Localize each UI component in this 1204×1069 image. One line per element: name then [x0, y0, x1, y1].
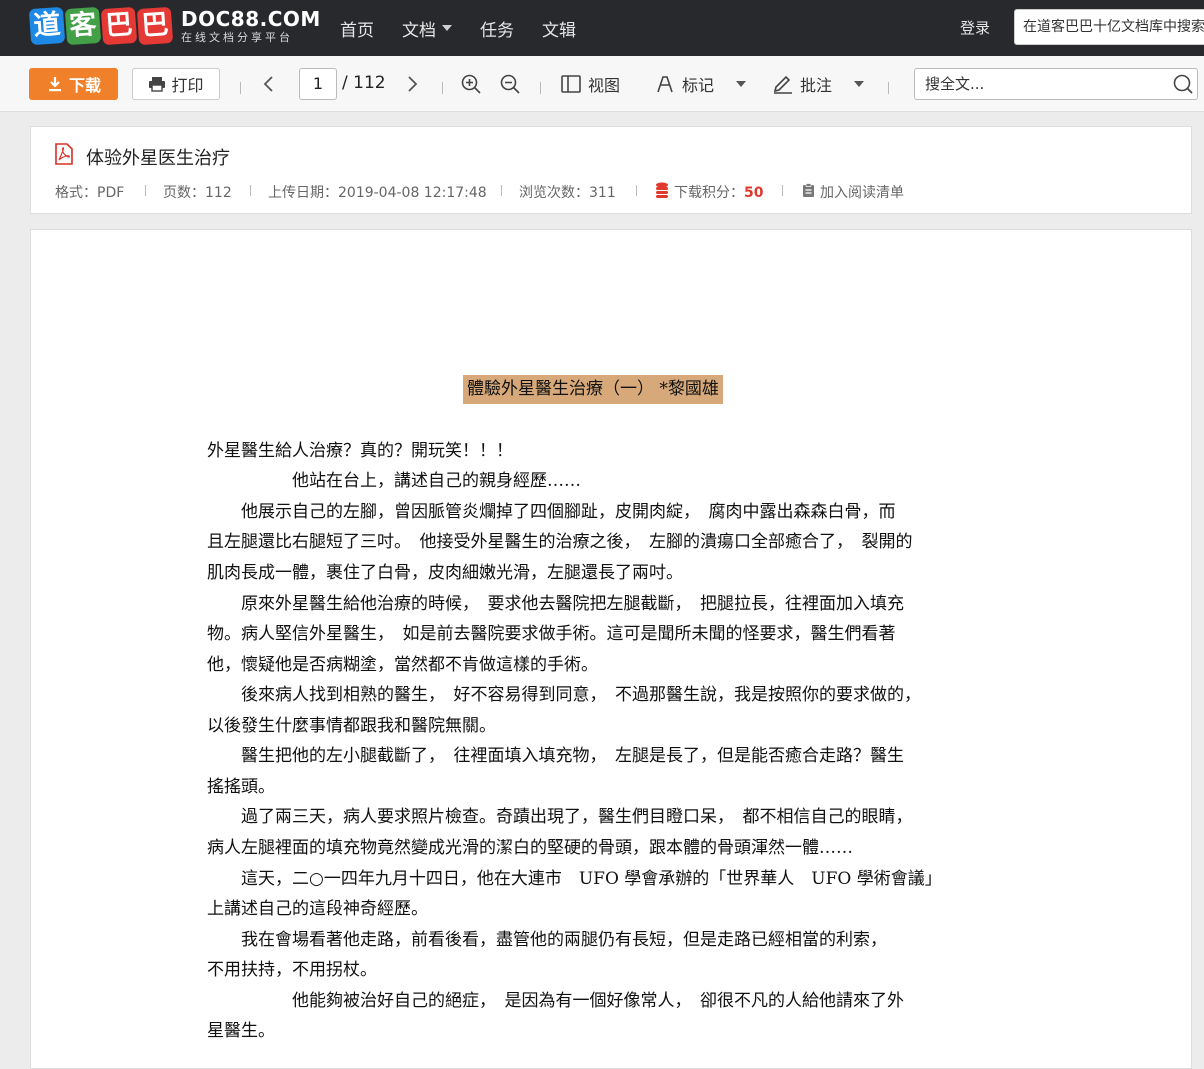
highlighter-icon — [657, 76, 673, 93]
mark-button[interactable]: 标记 — [654, 68, 747, 100]
logo-char: 巴 — [136, 6, 174, 46]
mark-label: 标记 — [682, 76, 715, 95]
text-line: 後來病人找到相熟的醫生， 好不容易得到同意， 不過那醫生說，我是按照你的要求做的… — [207, 685, 921, 705]
text-line: 且左腿還比右腿短了三吋。 他接受外星醫生的治療之後， 左腳的潰瘍口全部癒合了， … — [207, 532, 913, 552]
fulltext-search-input[interactable]: 搜全文... — [914, 68, 1198, 100]
page-number-input[interactable]: 1 — [299, 68, 337, 100]
meta-format: 格式：PDF — [55, 185, 125, 201]
page-total: / 112 — [342, 73, 386, 93]
meta-points-value: 50 — [744, 185, 764, 201]
nav-home[interactable]: 首页 — [340, 16, 374, 41]
pen-icon — [773, 75, 792, 94]
nav-collections[interactable]: 文辑 — [542, 16, 576, 41]
text-line: 肌肉長成一體，裹住了白骨，皮肉細嫩光滑，左腿還長了兩吋。 — [207, 563, 683, 583]
print-button[interactable]: 打印 — [132, 68, 220, 100]
toolbar-divider — [888, 82, 889, 94]
text-line: 他展示自己的左腳，曾因脈管炎爛掉了四個腳趾，皮開肉綻， 腐肉中露出森森白骨，而 — [207, 502, 896, 522]
nav-docs-label: 文档 — [402, 20, 436, 41]
search-icon — [1173, 74, 1193, 94]
text-line: 這天，二○一四年九月十四日，他在大連市 UFO 學會承辦的「世界華人 UFO 學… — [207, 869, 942, 889]
download-button[interactable]: 下载 — [29, 68, 118, 100]
meta-divider — [636, 185, 637, 196]
chevron-down-icon — [442, 25, 452, 31]
meta-views: 浏览次数：311 — [519, 185, 616, 201]
toolbar-divider — [540, 82, 541, 94]
meta-divider — [782, 185, 783, 196]
pdf-file-icon — [55, 143, 73, 165]
text-line: 外星醫生給人治療？真的？開玩笑！！！ — [207, 441, 513, 461]
brand-title: DOC88.COM — [181, 7, 321, 31]
doc-title: 体验外星医生治疗 — [86, 148, 230, 169]
brand-subtitle: 在线文档分享平台 — [181, 31, 293, 44]
toolbar-divider — [442, 82, 443, 94]
text-line: 他站在台上，講述自己的親身經歷…… — [207, 471, 581, 491]
login-link[interactable]: 登录 — [960, 17, 990, 38]
logo-char: 道 — [28, 6, 66, 46]
coins-icon — [656, 182, 668, 198]
clipboard-icon — [803, 183, 814, 197]
meta-upload-date: 上传日期：2019-04-08 12:17:48 — [268, 185, 487, 201]
site-logo[interactable]: 道 客 巴 巴 — [28, 6, 174, 46]
nav-docs[interactable]: 文档 — [402, 16, 452, 41]
download-icon — [48, 77, 61, 92]
view-label: 视图 — [588, 76, 621, 95]
chevron-down-icon — [854, 81, 865, 87]
print-label: 打印 — [171, 76, 204, 95]
main-nav: 首页 文档 任务 文辑 — [340, 0, 604, 56]
text-line: 以後發生什麼事情都跟我和醫院無關。 — [207, 716, 496, 736]
chevron-right-icon — [408, 76, 418, 92]
printer-icon — [149, 77, 166, 92]
zoom-out-icon — [500, 74, 520, 94]
meta-pages: 页数：112 — [163, 185, 232, 201]
document-heading: 體驗外星醫生治療（一） *黎國雄 — [463, 375, 723, 404]
text-line: 病人左腿裡面的填充物竟然變成光滑的潔白的堅硬的骨頭，跟本體的骨頭渾然一體…… — [207, 838, 853, 858]
text-line: 過了兩三天，病人要求照片檢查。奇蹟出現了，醫生們目瞪口呆， 都不相信自己的眼睛， — [207, 807, 913, 827]
next-page-button[interactable] — [405, 68, 419, 100]
text-line: 他能夠被治好自己的絕症， 是因為有一個好像常人， 卻很不凡的人給他請來了外 — [207, 991, 904, 1011]
prev-page-button[interactable] — [262, 68, 276, 100]
brand: DOC88.COM 在线文档分享平台 — [181, 7, 321, 45]
logo-char: 客 — [64, 6, 102, 46]
meta-points: 下载积分：50 — [674, 182, 763, 202]
text-line: 不用扶持，不用拐杖。 — [207, 960, 377, 980]
meta-divider — [250, 185, 251, 196]
logo-char: 巴 — [100, 6, 138, 46]
meta-divider — [145, 185, 146, 196]
text-line: 醫生把他的左小腿截斷了， 往裡面填入填充物， 左腿是長了，但是能否癒合走路？醫生 — [207, 746, 904, 766]
doc-toolbar: 下载 打印 1 / 112 视图 标记 批注 搜全文... — [0, 56, 1204, 112]
meta-points-label: 下载积分： — [674, 185, 744, 201]
download-label: 下载 — [68, 76, 101, 95]
chevron-left-icon — [263, 76, 273, 92]
text-line: 星醫生。 — [207, 1021, 275, 1041]
add-to-reading-list-link[interactable]: 加入阅读清单 — [820, 182, 904, 202]
text-line: 原來外星醫生給他治療的時候， 要求他去醫院把左腿截斷， 把腿拉長，往裡面加入填充 — [207, 594, 904, 614]
chevron-down-icon — [736, 81, 747, 87]
zoom-in-button[interactable] — [460, 68, 482, 100]
text-line: 物。病人堅信外星醫生， 如是前去醫院要求做手術。這可是聞所未聞的怪要求，醫生們看… — [207, 624, 896, 644]
book-view-icon — [561, 75, 581, 93]
toolbar-divider — [240, 82, 241, 94]
text-line: 上講述自己的這段神奇經歷。 — [207, 899, 428, 919]
annotate-button[interactable]: 批注 — [772, 68, 865, 100]
text-line: 搖搖頭。 — [207, 777, 275, 797]
zoom-out-button[interactable] — [499, 68, 521, 100]
fulltext-search-button[interactable] — [1172, 68, 1194, 100]
site-search-input[interactable]: 在道客巴巴十亿文档库中搜索 — [1014, 9, 1204, 45]
top-navbar: 道 客 巴 巴 DOC88.COM 在线文档分享平台 首页 文档 任务 文辑 登… — [0, 0, 1204, 56]
zoom-in-icon — [461, 74, 481, 94]
text-line: 我在會場看著他走路，前看後看，盡管他的兩腿仍有長短，但是走路已經相當的利索， — [207, 930, 887, 950]
nav-tasks[interactable]: 任务 — [480, 16, 514, 41]
text-line: 他，懷疑他是否病糊塗，當然都不肯做這樣的手術。 — [207, 655, 598, 675]
annotate-label: 批注 — [800, 76, 833, 95]
meta-divider — [501, 185, 502, 196]
view-button[interactable]: 视图 — [560, 68, 620, 100]
